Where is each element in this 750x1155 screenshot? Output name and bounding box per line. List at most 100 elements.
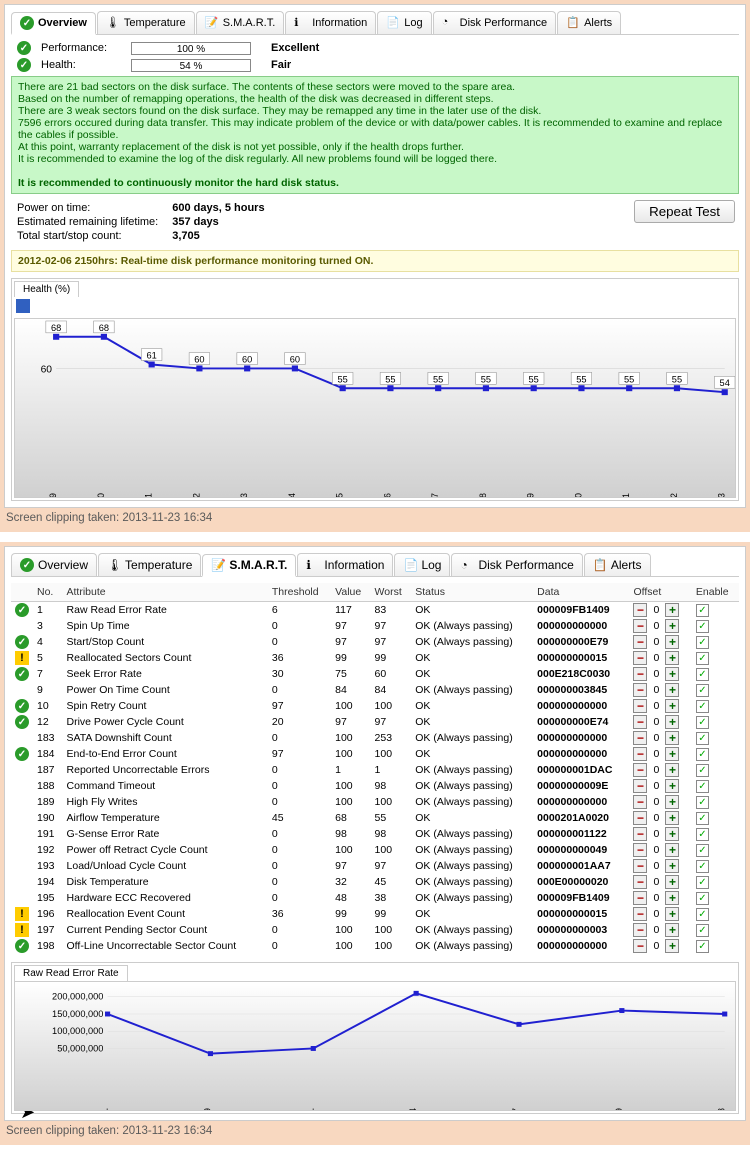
plus-button[interactable]: + bbox=[665, 651, 679, 665]
tab-overview[interactable]: ✓Overview bbox=[11, 553, 97, 576]
minus-button[interactable]: − bbox=[633, 891, 647, 905]
table-row[interactable]: 193Load/Unload Cycle Count09797OK (Alway… bbox=[11, 858, 739, 874]
table-row[interactable]: ✓10Spin Retry Count97100100OK00000000000… bbox=[11, 698, 739, 714]
plus-button[interactable]: + bbox=[665, 811, 679, 825]
tab-diskperf[interactable]: ◔Disk Performance bbox=[451, 553, 582, 576]
tab-information[interactable]: ℹInformation bbox=[285, 11, 376, 34]
table-row[interactable]: ✓7Seek Error Rate307560OK000E218C0030−0+… bbox=[11, 666, 739, 682]
table-row[interactable]: 195Hardware ECC Recovered04838OK (Always… bbox=[11, 890, 739, 906]
table-row[interactable]: 9Power On Time Count08484OK (Always pass… bbox=[11, 682, 739, 698]
tab-alerts[interactable]: 📋Alerts bbox=[584, 553, 651, 576]
health-chart-tab[interactable]: Health (%) bbox=[14, 281, 79, 297]
plus-button[interactable]: + bbox=[665, 667, 679, 681]
plus-button[interactable]: + bbox=[665, 859, 679, 873]
col-offset[interactable]: Offset bbox=[629, 583, 691, 602]
enable-checkbox[interactable]: ✓ bbox=[696, 732, 709, 745]
enable-checkbox[interactable]: ✓ bbox=[696, 908, 709, 921]
col-status[interactable]: Status bbox=[411, 583, 533, 602]
enable-checkbox[interactable]: ✓ bbox=[696, 748, 709, 761]
table-row[interactable]: 188Command Timeout010098OK (Always passi… bbox=[11, 778, 739, 794]
tab-smart[interactable]: 📝S.M.A.R.T. bbox=[202, 554, 296, 577]
col-worst[interactable]: Worst bbox=[371, 583, 412, 602]
tab-log[interactable]: 📄Log bbox=[394, 553, 450, 576]
col-attr[interactable]: Attribute bbox=[63, 583, 268, 602]
enable-checkbox[interactable]: ✓ bbox=[696, 668, 709, 681]
table-row[interactable]: ✓184End-to-End Error Count97100100OK0000… bbox=[11, 746, 739, 762]
minus-button[interactable]: − bbox=[633, 923, 647, 937]
minus-button[interactable]: − bbox=[633, 907, 647, 921]
minus-button[interactable]: − bbox=[633, 715, 647, 729]
minus-button[interactable]: − bbox=[633, 779, 647, 793]
plus-button[interactable]: + bbox=[665, 731, 679, 745]
plus-button[interactable]: + bbox=[665, 875, 679, 889]
table-row[interactable]: ✓4Start/Stop Count09797OK (Always passin… bbox=[11, 634, 739, 650]
offset-stepper[interactable]: −0+ bbox=[633, 635, 679, 649]
enable-checkbox[interactable]: ✓ bbox=[696, 892, 709, 905]
tab-log[interactable]: 📄Log bbox=[377, 11, 431, 34]
offset-stepper[interactable]: −0+ bbox=[633, 651, 679, 665]
plus-button[interactable]: + bbox=[665, 795, 679, 809]
plus-button[interactable]: + bbox=[665, 939, 679, 953]
table-row[interactable]: !196Reallocation Event Count369999OK0000… bbox=[11, 906, 739, 922]
minus-button[interactable]: − bbox=[633, 939, 647, 953]
enable-checkbox[interactable]: ✓ bbox=[696, 940, 709, 953]
minus-button[interactable]: − bbox=[633, 635, 647, 649]
plus-button[interactable]: + bbox=[665, 747, 679, 761]
offset-stepper[interactable]: −0+ bbox=[633, 699, 679, 713]
minus-button[interactable]: − bbox=[633, 827, 647, 841]
tab-overview[interactable]: ✓Overview bbox=[11, 12, 96, 35]
plus-button[interactable]: + bbox=[665, 891, 679, 905]
offset-stepper[interactable]: −0+ bbox=[633, 875, 679, 889]
col-thr[interactable]: Threshold bbox=[268, 583, 331, 602]
minus-button[interactable]: − bbox=[633, 619, 647, 633]
enable-checkbox[interactable]: ✓ bbox=[696, 684, 709, 697]
table-row[interactable]: ✓198Off-Line Uncorrectable Sector Count0… bbox=[11, 938, 739, 954]
offset-stepper[interactable]: −0+ bbox=[633, 859, 679, 873]
offset-stepper[interactable]: −0+ bbox=[633, 731, 679, 745]
minus-button[interactable]: − bbox=[633, 859, 647, 873]
offset-stepper[interactable]: −0+ bbox=[633, 619, 679, 633]
plus-button[interactable]: + bbox=[665, 635, 679, 649]
col-enable[interactable]: Enable bbox=[692, 583, 739, 602]
table-row[interactable]: !197Current Pending Sector Count0100100O… bbox=[11, 922, 739, 938]
offset-stepper[interactable]: −0+ bbox=[633, 779, 679, 793]
offset-stepper[interactable]: −0+ bbox=[633, 683, 679, 697]
plus-button[interactable]: + bbox=[665, 843, 679, 857]
table-row[interactable]: ✓1Raw Read Error Rate611783OK000009FB140… bbox=[11, 602, 739, 619]
offset-stepper[interactable]: −0+ bbox=[633, 715, 679, 729]
table-row[interactable]: !5Reallocated Sectors Count369999OK00000… bbox=[11, 650, 739, 666]
table-row[interactable]: 187Reported Uncorrectable Errors011OK (A… bbox=[11, 762, 739, 778]
minus-button[interactable]: − bbox=[633, 667, 647, 681]
table-row[interactable]: 183SATA Downshift Count0100253OK (Always… bbox=[11, 730, 739, 746]
offset-stepper[interactable]: −0+ bbox=[633, 891, 679, 905]
table-row[interactable]: 192Power off Retract Cycle Count0100100O… bbox=[11, 842, 739, 858]
tab-smart[interactable]: 📝S.M.A.R.T. bbox=[196, 11, 285, 34]
tab-temperature[interactable]: 🌡Temperature bbox=[98, 553, 201, 576]
offset-stepper[interactable]: −0+ bbox=[633, 763, 679, 777]
table-row[interactable]: 191G-Sense Error Rate09898OK (Always pas… bbox=[11, 826, 739, 842]
enable-checkbox[interactable]: ✓ bbox=[696, 828, 709, 841]
col-val[interactable]: Value bbox=[331, 583, 370, 602]
table-row[interactable]: 3Spin Up Time09797OK (Always passing)000… bbox=[11, 618, 739, 634]
tab-diskperf[interactable]: ◔Disk Performance bbox=[433, 11, 556, 34]
offset-stepper[interactable]: −0+ bbox=[633, 907, 679, 921]
offset-stepper[interactable]: −0+ bbox=[633, 939, 679, 953]
plus-button[interactable]: + bbox=[665, 779, 679, 793]
tab-temperature[interactable]: 🌡Temperature bbox=[97, 11, 195, 34]
enable-checkbox[interactable]: ✓ bbox=[696, 844, 709, 857]
minus-button[interactable]: − bbox=[633, 747, 647, 761]
tab-alerts[interactable]: 📋Alerts bbox=[557, 11, 621, 34]
enable-checkbox[interactable]: ✓ bbox=[696, 636, 709, 649]
minus-button[interactable]: − bbox=[633, 763, 647, 777]
minus-button[interactable]: − bbox=[633, 875, 647, 889]
save-icon[interactable] bbox=[16, 299, 30, 313]
enable-checkbox[interactable]: ✓ bbox=[696, 796, 709, 809]
table-row[interactable]: 189High Fly Writes0100100OK (Always pass… bbox=[11, 794, 739, 810]
enable-checkbox[interactable]: ✓ bbox=[696, 764, 709, 777]
minus-button[interactable]: − bbox=[633, 795, 647, 809]
minus-button[interactable]: − bbox=[633, 651, 647, 665]
minus-button[interactable]: − bbox=[633, 683, 647, 697]
enable-checkbox[interactable]: ✓ bbox=[696, 876, 709, 889]
plus-button[interactable]: + bbox=[665, 827, 679, 841]
minus-button[interactable]: − bbox=[633, 811, 647, 825]
